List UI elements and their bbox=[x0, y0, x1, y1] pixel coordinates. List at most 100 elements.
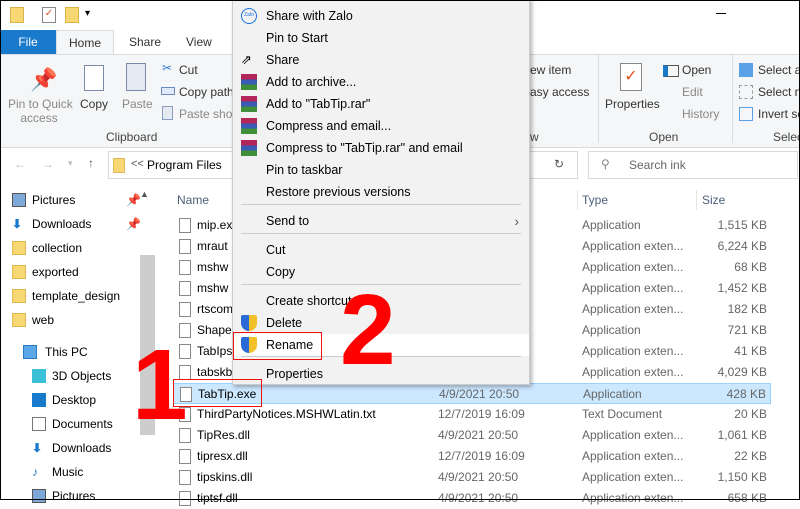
file-icon bbox=[179, 302, 191, 317]
chevron-right-icon: › bbox=[514, 213, 519, 229]
tab-view[interactable]: View bbox=[174, 30, 224, 54]
new-folder-quick-icon[interactable] bbox=[65, 7, 79, 23]
file-row[interactable]: tiptsf.dll 4/9/2021 20:50 Application ex… bbox=[173, 488, 771, 509]
breadcrumb-program-files[interactable]: Program Files bbox=[147, 158, 222, 172]
menu-item-label: Pin to taskbar bbox=[266, 163, 343, 177]
back-button[interactable]: ← bbox=[14, 157, 26, 171]
menu-item-send-to[interactable]: Send to › bbox=[233, 210, 529, 232]
annotation-step-2: 2 bbox=[340, 274, 396, 386]
paste-shortcut-button[interactable]: Paste shor bbox=[179, 107, 236, 121]
properties-button[interactable]: Properties bbox=[605, 97, 660, 111]
file-name: TipRes.dll bbox=[197, 428, 250, 442]
nav-this-pc[interactable]: This PC bbox=[23, 341, 88, 363]
menu-item-label: Restore previous versions bbox=[266, 185, 411, 199]
customize-quick-access-icon[interactable]: ▾ bbox=[85, 8, 90, 19]
invert-selection-button[interactable]: Invert se bbox=[758, 107, 800, 121]
open-button[interactable]: Open bbox=[682, 63, 711, 77]
nav-music[interactable]: ♪ Music bbox=[32, 461, 83, 483]
menu-item-add-to-archive[interactable]: Add to archive... bbox=[233, 71, 529, 93]
nav-downloads-pc[interactable]: ⬇ Downloads bbox=[32, 437, 112, 459]
file-type: Application exten... bbox=[582, 365, 684, 379]
scissors-icon: ✂ bbox=[162, 61, 173, 75]
pin-label-2: access bbox=[20, 111, 58, 125]
pin-icon: 📌 bbox=[126, 217, 141, 231]
nav-template-design[interactable]: template_design bbox=[12, 285, 120, 307]
pin-to-quick-access-button[interactable]: Pin to Quick access bbox=[8, 97, 73, 125]
menu-item-compress-to-tabtip-rar-and-email[interactable]: Compress to "TabTip.rar" and email bbox=[233, 137, 529, 159]
select-none-button[interactable]: Select n bbox=[758, 85, 800, 99]
scroll-up-arrow[interactable]: ▲ bbox=[140, 189, 149, 199]
nav-exported[interactable]: exported bbox=[12, 261, 79, 283]
file-size: 1,515 KB bbox=[717, 218, 767, 232]
file-type: Application bbox=[583, 387, 642, 401]
tab-home[interactable]: Home bbox=[56, 30, 115, 54]
menu-item-share[interactable]: ⇗ Share bbox=[233, 49, 529, 71]
column-header-type[interactable]: Type bbox=[582, 193, 608, 207]
menu-item-pin-to-taskbar[interactable]: Pin to taskbar bbox=[233, 159, 529, 181]
nav-pictures-pc[interactable]: Pictures bbox=[32, 485, 95, 507]
easy-access-button[interactable]: asy access bbox=[530, 85, 589, 99]
file-name: mshw bbox=[197, 260, 229, 274]
file-row[interactable]: ThirdPartyNotices.MSHWLatin.txt 12/7/201… bbox=[173, 404, 771, 425]
menu-item-pin-to-start[interactable]: Pin to Start bbox=[233, 27, 529, 49]
file-date: 12/7/2019 16:09 bbox=[438, 407, 525, 421]
file-date: 4/9/2021 20:50 bbox=[438, 470, 519, 484]
file-size: 658 KB bbox=[727, 491, 767, 505]
new-item-button[interactable]: ew item bbox=[530, 63, 571, 77]
paste-button[interactable]: Paste bbox=[122, 97, 153, 111]
properties-quick-icon[interactable]: ✓ bbox=[42, 7, 56, 23]
history-button[interactable]: History bbox=[682, 107, 719, 121]
nav-web[interactable]: web bbox=[12, 309, 54, 331]
edit-button[interactable]: Edit bbox=[682, 85, 703, 99]
file-name: mshw bbox=[197, 281, 229, 295]
nav-label: This PC bbox=[45, 345, 88, 359]
paste-shortcut-icon bbox=[162, 106, 173, 120]
folder-icon bbox=[10, 7, 24, 23]
folder-icon bbox=[12, 241, 26, 255]
file-size: 1,150 KB bbox=[717, 470, 767, 484]
column-header-size[interactable]: Size bbox=[702, 193, 725, 207]
refresh-icon[interactable]: ↻ bbox=[554, 157, 564, 171]
file-date: 4/9/2021 20:50 bbox=[438, 491, 519, 505]
nav-collection[interactable]: collection bbox=[12, 237, 82, 259]
file-size: 182 KB bbox=[727, 302, 767, 316]
copy-icon bbox=[84, 65, 104, 91]
menu-item-cut[interactable]: Cut bbox=[233, 239, 529, 261]
nav-label: Downloads bbox=[52, 441, 112, 455]
pictures-icon bbox=[32, 489, 46, 503]
search-box[interactable]: ⚲ Search ink bbox=[588, 151, 798, 179]
menu-item-share-with-zalo[interactable]: Zalo Share with Zalo bbox=[233, 5, 529, 27]
file-row[interactable]: tipskins.dll 4/9/2021 20:50 Application … bbox=[173, 467, 771, 488]
nav-pictures[interactable]: Pictures 📌 bbox=[12, 189, 141, 211]
file-icon bbox=[179, 449, 191, 464]
file-row[interactable]: tipresx.dll 12/7/2019 16:09 Application … bbox=[173, 446, 771, 467]
nav-3d-objects[interactable]: 3D Objects bbox=[32, 365, 111, 387]
menu-item-restore-previous-versions[interactable]: Restore previous versions bbox=[233, 181, 529, 203]
copy-path-button[interactable]: Copy path bbox=[179, 85, 234, 99]
recent-locations-button[interactable]: ▾ bbox=[68, 158, 73, 169]
column-divider bbox=[696, 190, 697, 210]
file-row[interactable]: TipRes.dll 4/9/2021 20:50 Application ex… bbox=[173, 425, 771, 446]
nav-documents[interactable]: Documents bbox=[32, 413, 113, 435]
menu-item-add-to-tabtip-rar[interactable]: Add to "TabTip.rar" bbox=[233, 93, 529, 115]
select-all-button[interactable]: Select al bbox=[758, 63, 800, 77]
copy-button[interactable]: Copy bbox=[80, 97, 108, 111]
tab-share[interactable]: Share bbox=[117, 30, 173, 54]
file-name: tiptsf.dll bbox=[197, 491, 238, 505]
minimize-button[interactable] bbox=[716, 13, 726, 14]
copy-path-icon bbox=[161, 87, 175, 95]
forward-button[interactable]: → bbox=[42, 157, 54, 171]
breadcrumb-overflow[interactable]: << bbox=[131, 158, 144, 170]
menu-item-compress-and-email[interactable]: Compress and email... bbox=[233, 115, 529, 137]
nav-downloads[interactable]: ⬇ Downloads 📌 bbox=[12, 213, 141, 235]
menu-separator bbox=[241, 233, 521, 234]
share-icon: ⇗ bbox=[241, 52, 252, 67]
up-button[interactable]: ↑ bbox=[88, 156, 94, 170]
tab-file[interactable]: File bbox=[0, 30, 56, 54]
file-row[interactable]: TabTip.exe 4/9/2021 20:50 Application 42… bbox=[173, 383, 771, 404]
file-date: 4/9/2021 20:50 bbox=[439, 387, 520, 401]
search-input[interactable]: Search ink bbox=[629, 158, 686, 172]
column-header-name[interactable]: Name bbox=[177, 193, 209, 207]
nav-desktop[interactable]: Desktop bbox=[32, 389, 96, 411]
cut-button[interactable]: Cut bbox=[179, 63, 198, 77]
